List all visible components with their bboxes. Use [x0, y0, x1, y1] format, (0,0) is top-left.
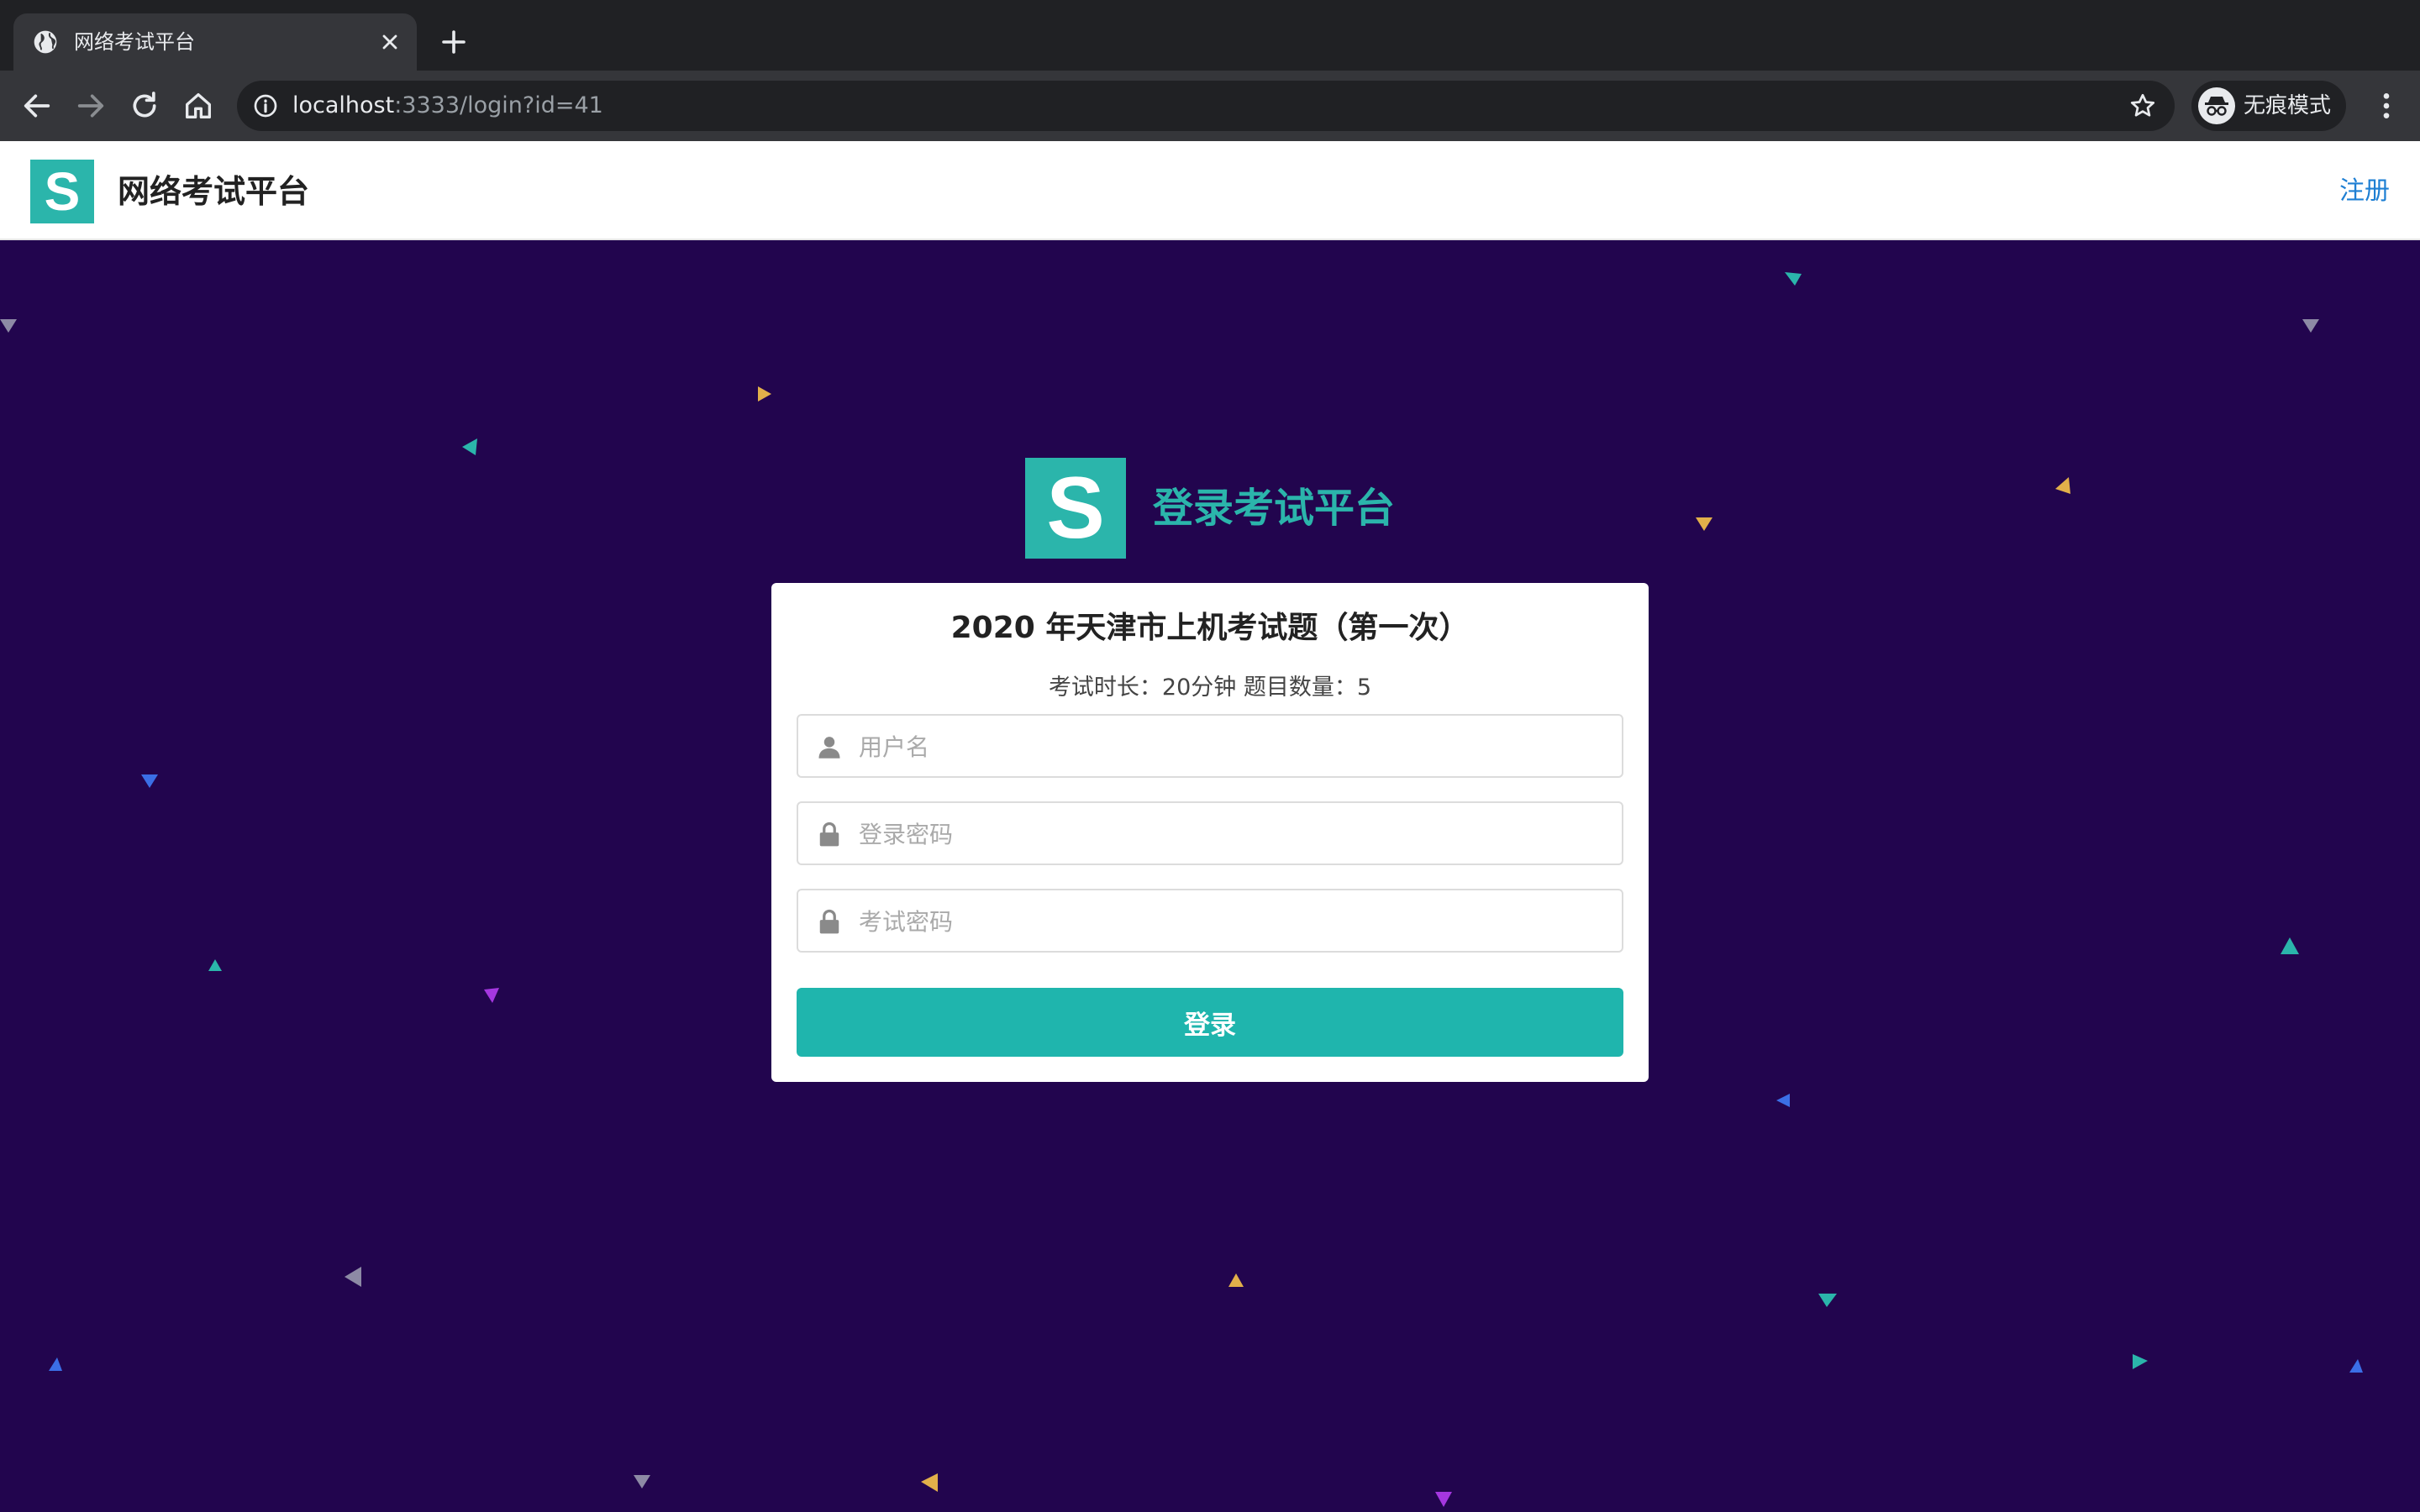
info-icon[interactable]	[252, 92, 279, 119]
lock-icon	[819, 822, 839, 847]
decor-triangle	[345, 1267, 361, 1287]
login-password-field[interactable]	[797, 801, 1623, 865]
decor-triangle	[634, 1475, 650, 1488]
decor-triangle	[921, 1473, 938, 1492]
username-input[interactable]	[857, 716, 1608, 778]
username-field[interactable]	[797, 714, 1623, 778]
home-icon[interactable]	[182, 89, 215, 123]
register-link[interactable]: 注册	[2339, 160, 2390, 223]
incognito-icon	[2198, 87, 2235, 124]
decor-triangle	[0, 319, 17, 333]
decor-triangle	[141, 774, 158, 788]
site-title[interactable]: 网络考试平台	[118, 160, 309, 223]
decor-triangle	[208, 959, 222, 971]
reload-icon[interactable]	[128, 89, 161, 123]
incognito-label: 无痕模式	[2244, 93, 2332, 118]
browser-tabstrip: 网络考试平台	[0, 0, 2420, 71]
decor-triangle	[2302, 319, 2319, 333]
decor-triangle	[2055, 477, 2070, 494]
bookmark-star-icon[interactable]	[2128, 91, 2158, 121]
exam-meta: 考试时长：20分钟 题目数量：5	[1048, 675, 1372, 701]
decor-triangle	[1435, 1492, 1452, 1507]
decor-triangle	[2133, 1354, 2148, 1369]
user-icon	[818, 737, 840, 759]
lock-icon	[819, 909, 839, 934]
login-button[interactable]: 登录	[797, 988, 1623, 1057]
brand-logo: S	[1025, 458, 1126, 559]
exam-password-input[interactable]	[857, 890, 1608, 953]
decor-triangle	[1228, 1273, 1244, 1287]
login-card: 2020 年天津市上机考试题（第一次） 考试时长：20分钟 题目数量：5 登录	[771, 583, 1649, 1082]
globe-icon	[34, 30, 57, 54]
login-password-input[interactable]	[857, 803, 1608, 865]
login-heading: 登录考试平台	[1153, 485, 1396, 532]
decor-triangle	[2281, 937, 2299, 954]
back-arrow-icon[interactable]	[20, 89, 54, 123]
decor-triangle	[1696, 517, 1712, 531]
forward-arrow-icon[interactable]	[74, 89, 108, 123]
decor-triangle	[1785, 272, 1802, 286]
address-bar[interactable]: localhost:3333/login?id=41	[237, 81, 2175, 131]
url-path: :3333/login?id=41	[394, 92, 603, 118]
exam-title: 2020 年天津市上机考试题（第一次）	[950, 611, 1470, 645]
exam-password-field[interactable]	[797, 889, 1623, 953]
decor-triangle	[1776, 1094, 1790, 1107]
site-logo[interactable]: S	[30, 160, 94, 223]
more-menu-icon[interactable]	[2370, 89, 2403, 123]
browser-toolbar: localhost:3333/login?id=41 无痕模式	[0, 71, 2420, 141]
tab-title: 网络考试平台	[74, 30, 195, 54]
decor-triangle	[49, 1357, 62, 1371]
decor-triangle	[758, 386, 771, 402]
browser-tab[interactable]: 网络考试平台	[13, 13, 417, 71]
url-host: localhost	[292, 92, 395, 118]
close-icon[interactable]	[378, 30, 402, 54]
decor-triangle	[484, 988, 499, 1003]
login-page-background: S 登录考试平台 2020 年天津市上机考试题（第一次） 考试时长：20分钟 题…	[0, 240, 2420, 1512]
decor-triangle	[462, 438, 477, 455]
address-url[interactable]: localhost:3333/login?id=41	[292, 81, 603, 131]
site-header: S 网络考试平台 注册	[0, 141, 2420, 240]
new-tab-icon[interactable]	[439, 27, 469, 57]
decor-triangle	[2349, 1359, 2363, 1373]
incognito-indicator[interactable]: 无痕模式	[2191, 81, 2346, 131]
decor-triangle	[1818, 1294, 1837, 1307]
